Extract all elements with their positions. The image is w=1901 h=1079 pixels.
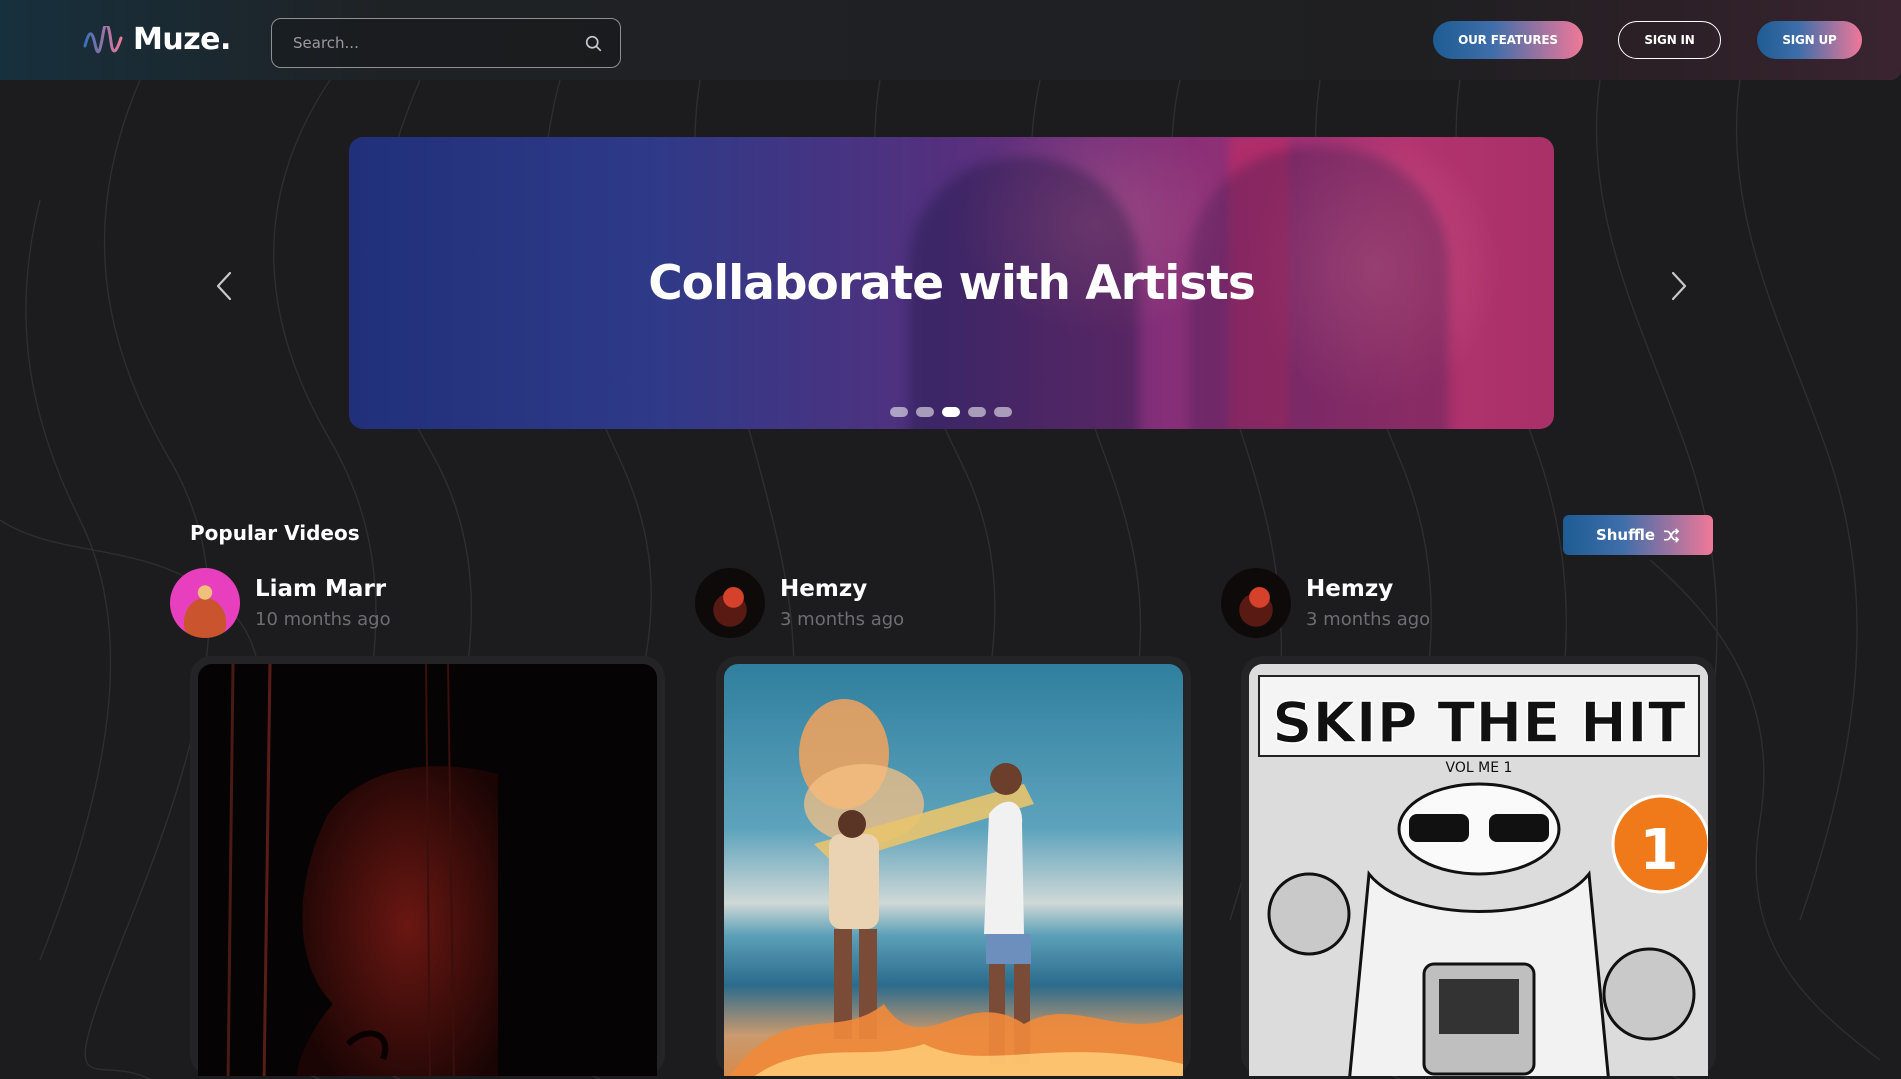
- video-card[interactable]: [190, 656, 665, 1076]
- sign-in-button[interactable]: SIGN IN: [1618, 21, 1721, 59]
- video-author[interactable]: Hemzy 3 months ago: [1221, 568, 1430, 638]
- avatar[interactable]: [1221, 568, 1291, 638]
- video-thumbnail[interactable]: [724, 664, 1183, 1076]
- shuffle-label: Shuffle: [1595, 526, 1656, 544]
- carousel-dot[interactable]: [916, 407, 934, 417]
- post-time: 3 months ago: [780, 609, 905, 630]
- shuffle-button[interactable]: Shuffle: [1563, 515, 1713, 555]
- beach-fire-image: [729, 699, 1183, 1076]
- our-features-button[interactable]: OUR FEATURES: [1433, 21, 1583, 59]
- carousel-prev-button[interactable]: [204, 266, 244, 306]
- search-icon[interactable]: [585, 35, 602, 52]
- video-card[interactable]: SKIP THE HIT VOL ME 1 1: [1241, 656, 1716, 1076]
- carousel-dot[interactable]: [994, 407, 1012, 417]
- comic-cover-image: SKIP THE HIT VOL ME 1 1: [1249, 664, 1708, 1076]
- post-time: 10 months ago: [255, 609, 391, 630]
- comic-subtitle: VOL ME 1: [1446, 760, 1513, 776]
- brand-logo[interactable]: Muze.: [83, 22, 231, 57]
- avatar[interactable]: [695, 568, 765, 638]
- carousel-dot[interactable]: [890, 407, 908, 417]
- carousel-dot[interactable]: [968, 407, 986, 417]
- comic-badge: 1: [1640, 818, 1679, 883]
- avatar[interactable]: [170, 568, 240, 638]
- author-name[interactable]: Liam Marr: [255, 576, 391, 602]
- carousel-pagination: [890, 407, 1012, 417]
- chevron-left-icon: [216, 271, 232, 301]
- video-thumbnail[interactable]: [198, 664, 657, 1076]
- violin-image: [226, 664, 498, 1076]
- video-author[interactable]: Hemzy 3 months ago: [695, 568, 904, 638]
- sign-up-button[interactable]: SIGN UP: [1757, 21, 1862, 59]
- author-name[interactable]: Hemzy: [780, 576, 904, 602]
- post-time: 3 months ago: [1306, 609, 1431, 630]
- shuffle-icon: [1664, 527, 1680, 543]
- logo-text: Muze.: [133, 22, 231, 57]
- chevron-right-icon: [1671, 271, 1687, 301]
- comic-title: SKIP THE HIT: [1272, 691, 1686, 756]
- section-title: Popular Videos: [190, 521, 360, 545]
- video-thumbnail[interactable]: SKIP THE HIT VOL ME 1 1: [1249, 664, 1708, 1076]
- carousel-next-button[interactable]: [1659, 266, 1699, 306]
- carousel-title: Collaborate with Artists: [648, 256, 1256, 311]
- search-input[interactable]: [293, 34, 585, 52]
- hero-carousel[interactable]: Collaborate with Artists: [349, 137, 1554, 429]
- author-name[interactable]: Hemzy: [1306, 576, 1430, 602]
- video-card[interactable]: [716, 656, 1191, 1076]
- search-bar[interactable]: [271, 18, 621, 68]
- carousel-dot-active[interactable]: [942, 407, 960, 417]
- video-author[interactable]: Liam Marr 10 months ago: [170, 568, 391, 638]
- soundwave-logo-icon: [83, 25, 123, 53]
